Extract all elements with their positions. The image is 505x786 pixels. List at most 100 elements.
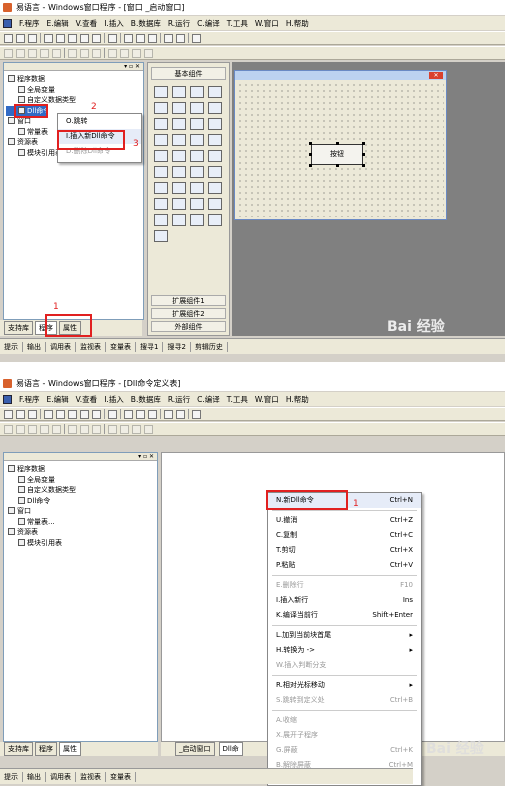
center-v-icon[interactable] bbox=[144, 424, 153, 434]
center-h-icon[interactable] bbox=[132, 424, 141, 434]
menu-program[interactable]: F.程序 bbox=[19, 394, 40, 405]
redo-icon[interactable] bbox=[92, 409, 101, 419]
tab-support-lib[interactable]: 支持库 bbox=[4, 321, 33, 335]
tab-clip-history[interactable]: 剪辑历史 bbox=[195, 341, 228, 352]
calendar-tool-icon[interactable] bbox=[208, 150, 222, 162]
undo-icon[interactable] bbox=[80, 409, 89, 419]
tree-item-constants[interactable]: 常量表... bbox=[6, 517, 155, 528]
menu-run[interactable]: R.运行 bbox=[168, 394, 190, 405]
run-icon[interactable] bbox=[164, 409, 173, 419]
tree-item-modules[interactable]: 模块引用表 bbox=[6, 538, 155, 549]
resize-handle[interactable] bbox=[362, 142, 365, 145]
chart-tool-icon[interactable] bbox=[190, 214, 204, 226]
stop-icon[interactable] bbox=[176, 409, 185, 419]
tab-call-table[interactable]: 调用表 bbox=[50, 341, 76, 352]
tab-search-2[interactable]: 搜寻2 bbox=[167, 341, 191, 352]
align-middle-icon[interactable] bbox=[52, 424, 61, 434]
find-icon[interactable] bbox=[108, 33, 117, 43]
toolbar-tool-icon[interactable] bbox=[208, 198, 222, 210]
menu-item-cut[interactable]: T.剪切 Ctrl+X bbox=[268, 543, 421, 558]
resize-handle[interactable] bbox=[362, 153, 365, 156]
db-tool-icon[interactable] bbox=[154, 230, 168, 242]
v-space-icon[interactable] bbox=[120, 48, 129, 58]
tab-search-1[interactable]: 搜寻1 bbox=[140, 341, 164, 352]
frame-tool-icon[interactable] bbox=[172, 166, 186, 178]
tree-item-dll[interactable]: Dll命令 bbox=[6, 496, 155, 507]
same-height-icon[interactable] bbox=[80, 424, 89, 434]
menu-item-insert-line[interactable]: I.插入新行 Ins bbox=[268, 593, 421, 608]
debug-icon[interactable] bbox=[192, 409, 201, 419]
copy-icon[interactable] bbox=[56, 409, 65, 419]
undo-icon[interactable] bbox=[80, 33, 89, 43]
open-icon[interactable] bbox=[16, 409, 25, 419]
scroll-tool-icon[interactable] bbox=[190, 134, 204, 146]
stop-icon[interactable] bbox=[176, 33, 185, 43]
layout3-icon[interactable] bbox=[148, 409, 157, 419]
animation-tool-icon[interactable] bbox=[190, 166, 204, 178]
label-tool-icon[interactable] bbox=[172, 86, 186, 98]
progress-tool-icon[interactable] bbox=[208, 134, 222, 146]
align-left-icon[interactable] bbox=[4, 48, 13, 58]
menu-item-undo[interactable]: U.撤消 Ctrl+Z bbox=[268, 513, 421, 528]
tree-root[interactable]: 程序数据 bbox=[6, 464, 155, 475]
tab-var-table[interactable]: 变量表 bbox=[110, 771, 136, 782]
tab-start-window[interactable]: _启动窗口 bbox=[175, 742, 215, 756]
layout2-icon[interactable] bbox=[136, 33, 145, 43]
v-space-icon[interactable] bbox=[120, 424, 129, 434]
tab-output[interactable]: 输出 bbox=[27, 341, 46, 352]
group-tool-icon[interactable] bbox=[190, 118, 204, 130]
tree-item-resources[interactable]: 资源表 bbox=[6, 527, 155, 538]
picture-box-icon[interactable] bbox=[172, 102, 186, 114]
socket-tool-icon[interactable] bbox=[154, 214, 168, 226]
menu-help[interactable]: H.帮助 bbox=[286, 394, 309, 405]
same-height-icon[interactable] bbox=[80, 48, 89, 58]
align-right-icon[interactable] bbox=[28, 48, 37, 58]
layout3-icon[interactable] bbox=[148, 33, 157, 43]
menu-run[interactable]: R.运行 bbox=[168, 18, 190, 29]
tab-var-table[interactable]: 变量表 bbox=[110, 341, 136, 352]
menu-window[interactable]: W.窗口 bbox=[255, 18, 279, 29]
open-icon[interactable] bbox=[16, 33, 25, 43]
center-h-icon[interactable] bbox=[132, 48, 141, 58]
system-menu-icon[interactable] bbox=[3, 18, 12, 28]
h-space-icon[interactable] bbox=[108, 424, 117, 434]
menu-item-insert-branch[interactable]: W.插入判断分支 bbox=[268, 658, 421, 673]
menu-database[interactable]: B.数据库 bbox=[131, 394, 161, 405]
save-icon[interactable] bbox=[28, 409, 37, 419]
tree-tool-icon[interactable] bbox=[154, 198, 168, 210]
layout2-icon[interactable] bbox=[136, 409, 145, 419]
resize-handle[interactable] bbox=[336, 164, 339, 167]
menu-tools[interactable]: T.工具 bbox=[227, 394, 248, 405]
edit-tool-icon[interactable] bbox=[154, 102, 168, 114]
redo-icon[interactable] bbox=[92, 33, 101, 43]
align-middle-icon[interactable] bbox=[52, 48, 61, 58]
align-right-icon[interactable] bbox=[28, 424, 37, 434]
find-icon[interactable] bbox=[108, 409, 117, 419]
tree-item-custom-types[interactable]: 自定义数据类型 bbox=[6, 485, 155, 496]
resize-handle[interactable] bbox=[309, 142, 312, 145]
menu-insert[interactable]: I.插入 bbox=[104, 394, 124, 405]
same-width-icon[interactable] bbox=[68, 48, 77, 58]
menu-compile[interactable]: C.编译 bbox=[197, 18, 220, 29]
resize-handle[interactable] bbox=[309, 164, 312, 167]
tab-hint[interactable]: 提示 bbox=[4, 771, 23, 782]
paste-icon[interactable] bbox=[68, 409, 77, 419]
menu-item-goto-definition[interactable]: S.跳转到定义处 Ctrl+B bbox=[268, 693, 421, 708]
tab-tool-icon[interactable] bbox=[172, 150, 186, 162]
report-tool-icon[interactable] bbox=[208, 182, 222, 194]
menu-item-delete-line[interactable]: E.删除行 F10 bbox=[268, 578, 421, 593]
tab-dll-table[interactable]: Dll命 bbox=[218, 742, 243, 756]
align-left-icon[interactable] bbox=[4, 424, 13, 434]
tab-output[interactable]: 输出 bbox=[27, 771, 46, 782]
checkbox-tool-icon[interactable] bbox=[154, 118, 168, 130]
cut-icon[interactable] bbox=[44, 409, 53, 419]
tab-hint[interactable]: 提示 bbox=[4, 341, 23, 352]
menu-item-copy[interactable]: C.复制 Ctrl+C bbox=[268, 528, 421, 543]
menu-program[interactable]: F.程序 bbox=[19, 18, 40, 29]
run-icon[interactable] bbox=[164, 33, 173, 43]
tree-item-global-vars[interactable]: 全局变量 bbox=[6, 85, 141, 96]
menu-item-paste[interactable]: P.粘贴 Ctrl+V bbox=[268, 558, 421, 573]
pointer-icon[interactable] bbox=[154, 86, 168, 98]
tab-watch-table[interactable]: 监视表 bbox=[80, 341, 106, 352]
menu-edit[interactable]: E.编辑 bbox=[47, 394, 69, 405]
